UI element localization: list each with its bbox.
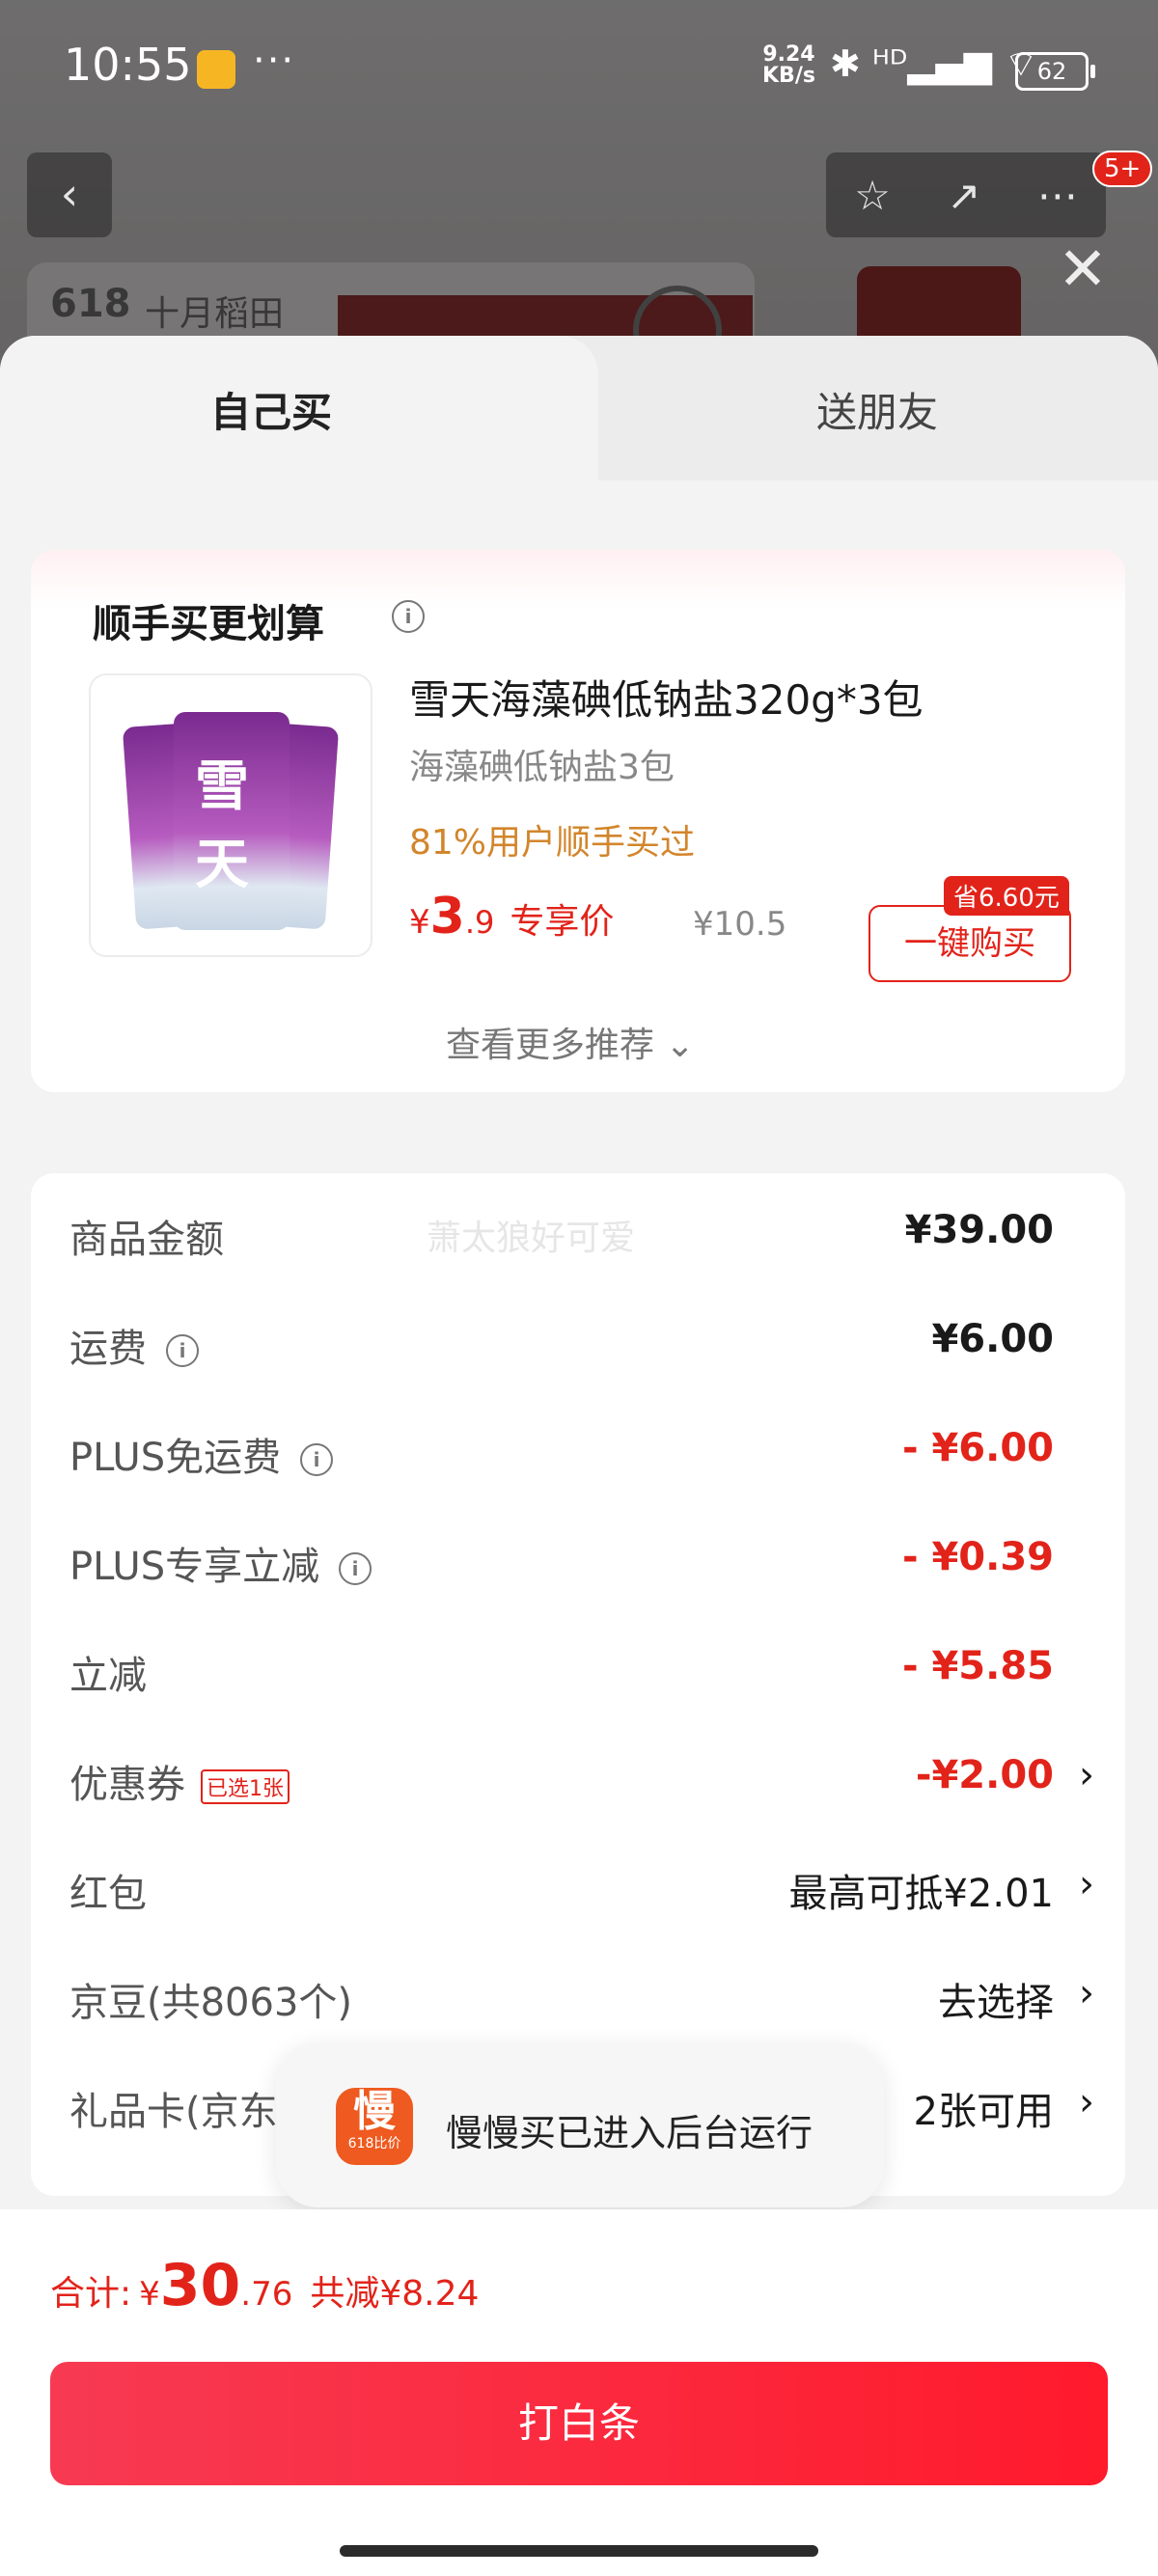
exclusive-price: ¥3.9 专享价	[409, 888, 614, 945]
chevron-left-icon: ‹	[60, 168, 79, 220]
checkout-footer: 合计: ¥30.76 共减¥8.24 打白条	[0, 2209, 1158, 2576]
fee-value: ¥6.00	[931, 1317, 1054, 1361]
tab-self-buy-label[interactable]: 自己买	[210, 380, 332, 439]
close-icon[interactable]: ✕	[1058, 239, 1108, 299]
signal-wifi-icon: ✱ ᴴᴰ▂▄▆ ⌔	[830, 42, 1038, 85]
one-click-buy-button[interactable]: 一键购买	[868, 905, 1071, 982]
fee-row-shipping: 运费 i ¥6.00	[69, 1317, 1092, 1394]
background-run-toast: 慢 618比价 慢慢买已进入后台运行	[276, 2043, 884, 2207]
product-subtitle: 海藻碘低钠盐3包	[409, 748, 675, 787]
fee-details-card: 萧太狼好可爱 商品金额 ¥39.00 运费 i ¥6.00 PLUS免运费 i - …	[31, 1173, 1125, 2196]
fee-value: -¥2.00	[915, 1753, 1054, 1797]
save-badge: 省6.60元	[944, 876, 1069, 916]
back-button[interactable]: ‹	[27, 152, 112, 237]
info-icon[interactable]: i	[166, 1334, 199, 1367]
manmanmai-app-icon: 慢 618比价	[336, 2088, 413, 2165]
status-time: 10:55	[64, 39, 192, 91]
fee-label: PLUS专享立减	[69, 1545, 320, 1589]
tab-bar: 自己买 送朋友	[0, 336, 1158, 480]
info-icon[interactable]: i	[392, 600, 425, 633]
message-badge: 5+	[1092, 151, 1153, 187]
price-label: 专享价	[510, 902, 615, 942]
pay-baitiao-button[interactable]: 打白条	[50, 2362, 1108, 2485]
fee-value: - ¥5.85	[901, 1644, 1054, 1688]
chevron-right-icon: ›	[1079, 2080, 1094, 2124]
chevron-right-icon: ›	[1079, 1753, 1094, 1797]
fee-row-goods: 商品金额 ¥39.00	[69, 1208, 1092, 1285]
fee-label: 立减	[69, 1654, 147, 1698]
fee-value: 最高可抵¥2.01	[788, 1872, 1054, 1916]
fee-value: ¥39.00	[904, 1208, 1054, 1252]
network-speed-unit: KB/s	[762, 64, 815, 88]
fee-value: - ¥6.00	[901, 1426, 1054, 1470]
nav-actions: ☆ ↗ ⋯	[826, 152, 1106, 237]
total-integer: 30	[159, 2252, 241, 2319]
info-icon[interactable]: i	[300, 1443, 334, 1476]
users-bought-text: 81%用户顺手买过	[409, 823, 696, 863]
fee-label: 京豆(共8063个)	[69, 1981, 353, 2025]
info-icon[interactable]: i	[339, 1552, 372, 1585]
salt-pack-image: 雪天	[174, 712, 290, 930]
fee-value: 去选择	[938, 1981, 1054, 2025]
fee-row-plus-free-shipping: PLUS免运费 i - ¥6.00	[69, 1426, 1092, 1503]
network-speed-value: 9.24	[762, 42, 815, 67]
more-icon[interactable]: ⋯	[1037, 172, 1078, 219]
fee-label: 优惠券	[69, 1763, 185, 1807]
total-currency: ¥	[139, 2275, 160, 2314]
total-reduction: 共减¥8.24	[310, 2274, 480, 2314]
more-recommend-link[interactable]: 查看更多推荐 ⌄	[446, 1017, 695, 1067]
total-label: 合计:	[50, 2274, 132, 2314]
fee-value: - ¥0.39	[901, 1535, 1054, 1579]
chevron-right-icon: ›	[1079, 1862, 1094, 1906]
product-name[interactable]: 雪天海藻碘低钠盐320g*3包	[409, 668, 924, 726]
order-total: 合计: ¥30.76 共减¥8.24	[50, 2252, 479, 2319]
fee-row-plus-discount: PLUS专享立减 i - ¥0.39	[69, 1535, 1092, 1612]
more-notifications-icon: ···	[253, 39, 296, 83]
fee-value: 2张可用	[913, 2090, 1054, 2134]
notification-app-icon	[197, 50, 235, 89]
original-price: ¥10.5	[693, 905, 787, 944]
battery-icon: 62	[1015, 52, 1095, 91]
toast-icon-subtext: 618比价	[347, 2136, 401, 2151]
total-decimal: .76	[240, 2275, 293, 2314]
price-currency: ¥	[409, 903, 430, 942]
favorite-star-icon[interactable]: ☆	[854, 172, 891, 219]
network-speed: 9.24 KB/s	[762, 44, 815, 87]
fee-row-jingdou[interactable]: 京豆(共8063个) 去选择 ›	[69, 1971, 1094, 2048]
fee-row-instant-discount: 立减 - ¥5.85	[69, 1644, 1092, 1721]
fee-label: 红包	[69, 1872, 147, 1916]
fee-row-red-packet[interactable]: 红包 最高可抵¥2.01 ›	[69, 1862, 1094, 1939]
toast-message: 慢慢买已进入后台运行	[446, 2112, 813, 2154]
toast-icon-text: 慢	[353, 2087, 396, 2136]
fee-label: 运费	[69, 1327, 147, 1371]
tab-gift-label[interactable]: 送朋友	[816, 380, 938, 439]
fee-row-coupon[interactable]: 优惠券 已选1张 -¥2.00 ›	[69, 1753, 1094, 1830]
coupon-selected-tag: 已选1张	[201, 1769, 290, 1804]
share-icon[interactable]: ↗	[947, 172, 980, 219]
recommend-card: 顺手买更划算 i 雪天 雪天海藻碘低钠盐320g*3包 海藻碘低钠盐3包 81%…	[31, 550, 1125, 1092]
recommend-title: 顺手买更划算	[93, 602, 324, 646]
price-integer: 3	[429, 888, 465, 945]
fee-label: 商品金额	[69, 1218, 224, 1262]
chevron-right-icon: ›	[1079, 1971, 1094, 2015]
home-indicator[interactable]	[340, 2545, 818, 2557]
salt-pack-text: 雪天	[195, 754, 249, 896]
product-thumbnail[interactable]: 雪天	[89, 673, 372, 957]
status-bar: 10:55 ··· 9.24 KB/s ✱ ᴴᴰ▂▄▆ ⌔ 62	[0, 0, 1158, 135]
price-decimal: .9	[464, 904, 495, 941]
fee-label: 礼品卡(京东	[69, 2090, 278, 2134]
fee-label: PLUS免运费	[69, 1436, 282, 1480]
